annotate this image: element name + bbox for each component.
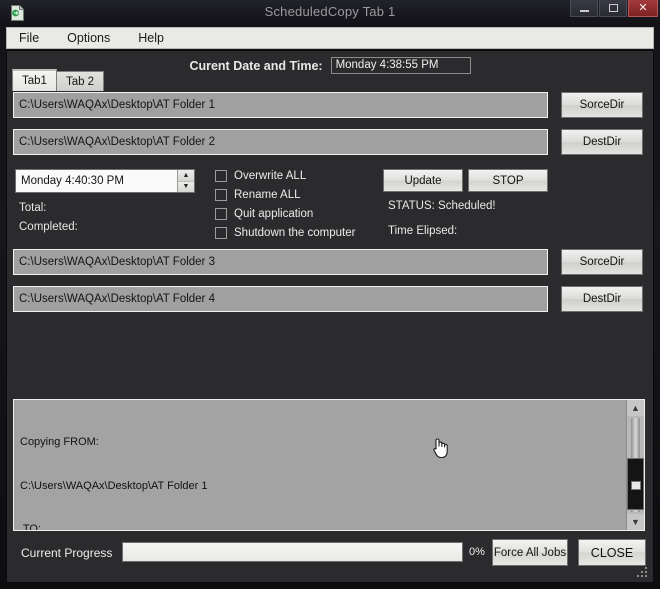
job-1-total-label: Total:	[19, 202, 47, 214]
footer-bar: Current Progress 0% Force All Jobs CLOSE	[7, 536, 653, 582]
current-datetime-value: Monday 4:38:55 PM	[331, 57, 471, 74]
job-1-dest-dir-button[interactable]: DestDir	[561, 129, 643, 155]
tab-bar: Tab1 Tab 2	[12, 69, 103, 91]
window-controls: ✕	[570, 0, 658, 17]
job-1-source-dir-button[interactable]: SorceDir	[561, 92, 643, 118]
job-2-source-dir-button[interactable]: SorceDir	[561, 249, 643, 275]
scrollbar-thumb[interactable]	[627, 458, 644, 510]
menu-item-file[interactable]: File	[15, 29, 43, 47]
spinner-down-icon[interactable]: ▼	[178, 182, 194, 193]
minimize-button[interactable]	[570, 0, 598, 17]
resize-grip-icon[interactable]	[637, 567, 648, 578]
job-1-completed-label: Completed:	[19, 221, 78, 233]
checkbox-icon[interactable]	[215, 170, 227, 182]
window-frame: ScheduledCopy Tab 1 ✕ File Options Help …	[0, 0, 660, 589]
log-line: TO:	[20, 522, 626, 530]
menu-bar: File Options Help	[6, 27, 654, 49]
title-bar[interactable]: ScheduledCopy Tab 1 ✕	[0, 0, 660, 26]
log-output-area[interactable]: Copying FROM: C:\Users\WAQAx\Desktop\AT …	[13, 399, 645, 531]
current-progress-bar	[122, 542, 463, 562]
maximize-button[interactable]	[599, 0, 627, 17]
current-progress-label: Current Progress	[21, 546, 112, 560]
menu-item-help[interactable]: Help	[134, 29, 168, 47]
job-2-source-row: C:\Users\WAQAx\Desktop\AT Folder 3 Sorce…	[7, 249, 653, 279]
log-text-content: Copying FROM: C:\Users\WAQAx\Desktop\AT …	[14, 400, 626, 530]
job-2-dest-row: C:\Users\WAQAx\Desktop\AT Folder 4 DestD…	[7, 286, 653, 316]
job-1-schedule-time-spinner[interactable]: Monday 4:40:30 PM ▲ ▼	[15, 169, 195, 193]
force-all-jobs-button[interactable]: Force All Jobs	[492, 539, 568, 566]
log-vertical-scrollbar[interactable]: ▲ ▼	[626, 400, 644, 530]
maximize-icon	[609, 4, 618, 12]
checkbox-icon[interactable]	[215, 227, 227, 239]
close-window-button[interactable]: ✕	[628, 0, 658, 17]
job-1-update-button[interactable]: Update	[383, 169, 463, 192]
application-window: ScheduledCopy Tab 1 ✕ File Options Help …	[0, 0, 660, 589]
job-1-source-path[interactable]: C:\Users\WAQAx\Desktop\AT Folder 1	[13, 92, 548, 118]
minimize-icon	[580, 10, 589, 12]
job-1-checkbox-quit[interactable]: Quit application	[215, 204, 355, 223]
job-1-options: Overwrite ALL Rename ALL Quit applicatio…	[215, 166, 355, 242]
chevron-down-icon[interactable]: ▼	[627, 514, 644, 530]
log-line: C:\Users\WAQAx\Desktop\AT Folder 1	[20, 479, 626, 494]
job-1-checkbox-shutdown[interactable]: Shutdown the computer	[215, 223, 355, 242]
job-1-checkbox-overwrite[interactable]: Overwrite ALL	[215, 166, 355, 185]
menu-item-options[interactable]: Options	[63, 29, 114, 47]
job-1-dest-path[interactable]: C:\Users\WAQAx\Desktop\AT Folder 2	[13, 129, 548, 155]
job-1-checkbox-rename[interactable]: Rename ALL	[215, 185, 355, 204]
window-title: ScheduledCopy Tab 1	[0, 4, 660, 19]
job-2-dest-dir-button[interactable]: DestDir	[561, 286, 643, 312]
job-1-source-row: C:\Users\WAQAx\Desktop\AT Folder 1 Sorce…	[7, 92, 653, 122]
checkbox-icon[interactable]	[215, 208, 227, 220]
job-2-dest-path[interactable]: C:\Users\WAQAx\Desktop\AT Folder 4	[13, 286, 548, 312]
job-1-dest-row: C:\Users\WAQAx\Desktop\AT Folder 2 DestD…	[7, 129, 653, 159]
job-1-spinner-buttons[interactable]: ▲ ▼	[177, 170, 194, 192]
job-1-controls: Monday 4:40:30 PM ▲ ▼ Total: Completed: …	[7, 164, 653, 252]
current-datetime-label: Curent Date and Time:	[189, 59, 322, 73]
job-1-schedule-time-value: Monday 4:40:30 PM	[16, 175, 177, 187]
job-1-checkbox-shutdown-label: Shutdown the computer	[234, 227, 355, 239]
job-1-checkbox-quit-label: Quit application	[234, 208, 313, 220]
job-1-stop-button[interactable]: STOP	[468, 169, 548, 192]
tab-tab2[interactable]: Tab 2	[56, 71, 104, 91]
log-line: Copying FROM:	[20, 435, 626, 450]
job-1-checkbox-overwrite-label: Overwrite ALL	[234, 170, 306, 182]
close-icon: ✕	[638, 3, 647, 14]
job-1-checkbox-rename-label: Rename ALL	[234, 189, 301, 201]
chevron-up-icon[interactable]: ▲	[627, 400, 644, 416]
client-area: Curent Date and Time: Monday 4:38:55 PM …	[6, 50, 654, 583]
job-2-source-path[interactable]: C:\Users\WAQAx\Desktop\AT Folder 3	[13, 249, 548, 275]
close-button[interactable]: CLOSE	[578, 539, 646, 566]
tab-tab1[interactable]: Tab1	[12, 69, 57, 91]
job-1-elapsed-text: Time Elipsed:	[388, 225, 457, 237]
job-1-status-text: STATUS: Scheduled!	[388, 200, 496, 212]
spinner-up-icon[interactable]: ▲	[178, 170, 194, 182]
checkbox-icon[interactable]	[215, 189, 227, 201]
progress-percent-label: 0%	[469, 546, 485, 558]
